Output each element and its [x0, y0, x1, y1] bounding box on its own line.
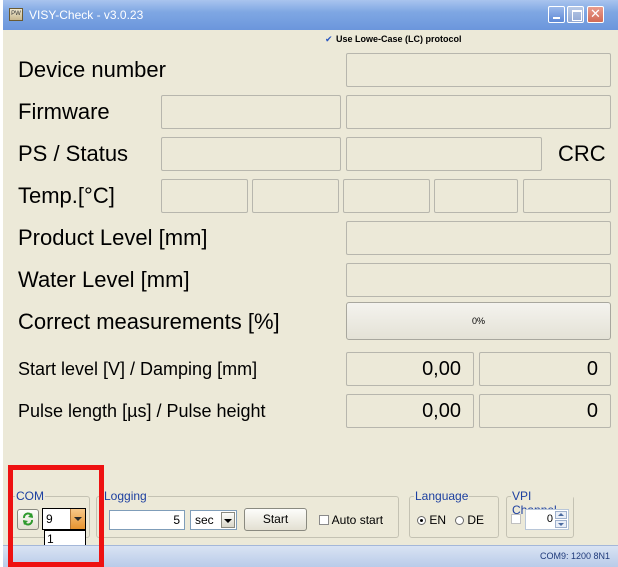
- logging-unit-select[interactable]: sec: [190, 510, 237, 530]
- main-window: PW VISY-Check - v3.0.23 ✔Use Lowe-Case (…: [3, 0, 618, 567]
- status-text: COM9: 1200 8N1: [539, 551, 610, 561]
- language-de-label: DE: [467, 513, 485, 527]
- status-field: [346, 137, 542, 171]
- crc-label: CRC: [558, 141, 606, 166]
- vpi-channel-spinner[interactable]: 0: [525, 509, 569, 530]
- temp-field-3: [343, 179, 430, 213]
- chevron-up-icon: [558, 513, 564, 516]
- app-icon: PW: [9, 8, 23, 21]
- logging-unit-value: sec: [195, 513, 214, 527]
- minimize-button[interactable]: [548, 6, 565, 23]
- spinner-up-arrow[interactable]: [555, 511, 567, 519]
- water-level-field: [346, 263, 611, 297]
- temp-field-1: [161, 179, 248, 213]
- device-number-field: [346, 53, 611, 87]
- radio-off-icon: [455, 516, 464, 525]
- chevron-down-icon: [558, 523, 564, 526]
- start-level-value: 0,00: [346, 352, 474, 386]
- highlight-box: [8, 465, 104, 567]
- vpi-channel-value: 0: [546, 513, 553, 525]
- pulse-length-label: Pulse length [µs] / Pulse height: [18, 401, 266, 421]
- lc-protocol-label: Use Lowe-Case (LC) protocol: [336, 34, 462, 44]
- close-button[interactable]: [587, 6, 604, 23]
- auto-start-box: [319, 515, 329, 525]
- water-level-label: Water Level [mm]: [18, 267, 190, 292]
- logging-interval-input[interactable]: 5: [109, 510, 185, 530]
- product-level-label: Product Level [mm]: [18, 225, 208, 250]
- damping-value: 0: [479, 352, 611, 386]
- firmware-label: Firmware: [18, 99, 110, 124]
- temp-field-4: [434, 179, 518, 213]
- maximize-button[interactable]: [567, 6, 584, 23]
- logging-group-title: Logging: [103, 489, 148, 503]
- temp-field-2: [252, 179, 339, 213]
- unit-dropdown-arrow[interactable]: [221, 512, 235, 528]
- chevron-down-icon: [224, 519, 232, 523]
- vpi-channel-checkbox[interactable]: [511, 514, 521, 524]
- language-en-label: EN: [429, 513, 447, 527]
- start-level-label: Start level [V] / Damping [mm]: [18, 359, 258, 379]
- checkmark-icon: ✔: [325, 34, 333, 44]
- temp-label: Temp.[°C]: [18, 183, 115, 208]
- ps-status-label: PS / Status: [18, 141, 129, 166]
- auto-start-label: Auto start: [331, 513, 384, 527]
- lc-protocol-checkbox[interactable]: ✔ Use Lowe-Case (LC) protocol: [325, 34, 462, 48]
- product-level-field: [346, 221, 611, 255]
- radio-on-icon: [417, 516, 426, 525]
- correct-measurements-progress: 0%: [346, 302, 611, 340]
- logging-start-button[interactable]: Start: [244, 508, 307, 531]
- language-de-radio[interactable]: DE: [455, 513, 484, 527]
- ps-field: [161, 137, 341, 171]
- temp-field-5: [523, 179, 611, 213]
- language-group-title: Language: [414, 489, 470, 503]
- window-title: VISY-Check - v3.0.23: [29, 8, 144, 22]
- firmware-field-1: [161, 95, 341, 129]
- firmware-field-2: [346, 95, 611, 129]
- title-bar: PW VISY-Check - v3.0.23: [3, 0, 618, 30]
- pulse-height-value: 0: [479, 394, 611, 428]
- device-number-label: Device number: [18, 57, 166, 82]
- language-en-radio[interactable]: EN: [417, 513, 446, 527]
- correct-measurements-label: Correct measurements [%]: [18, 309, 280, 334]
- spinner-down-arrow[interactable]: [555, 520, 567, 528]
- auto-start-checkbox[interactable]: Auto start: [319, 513, 383, 527]
- pulse-length-value: 0,00: [346, 394, 474, 428]
